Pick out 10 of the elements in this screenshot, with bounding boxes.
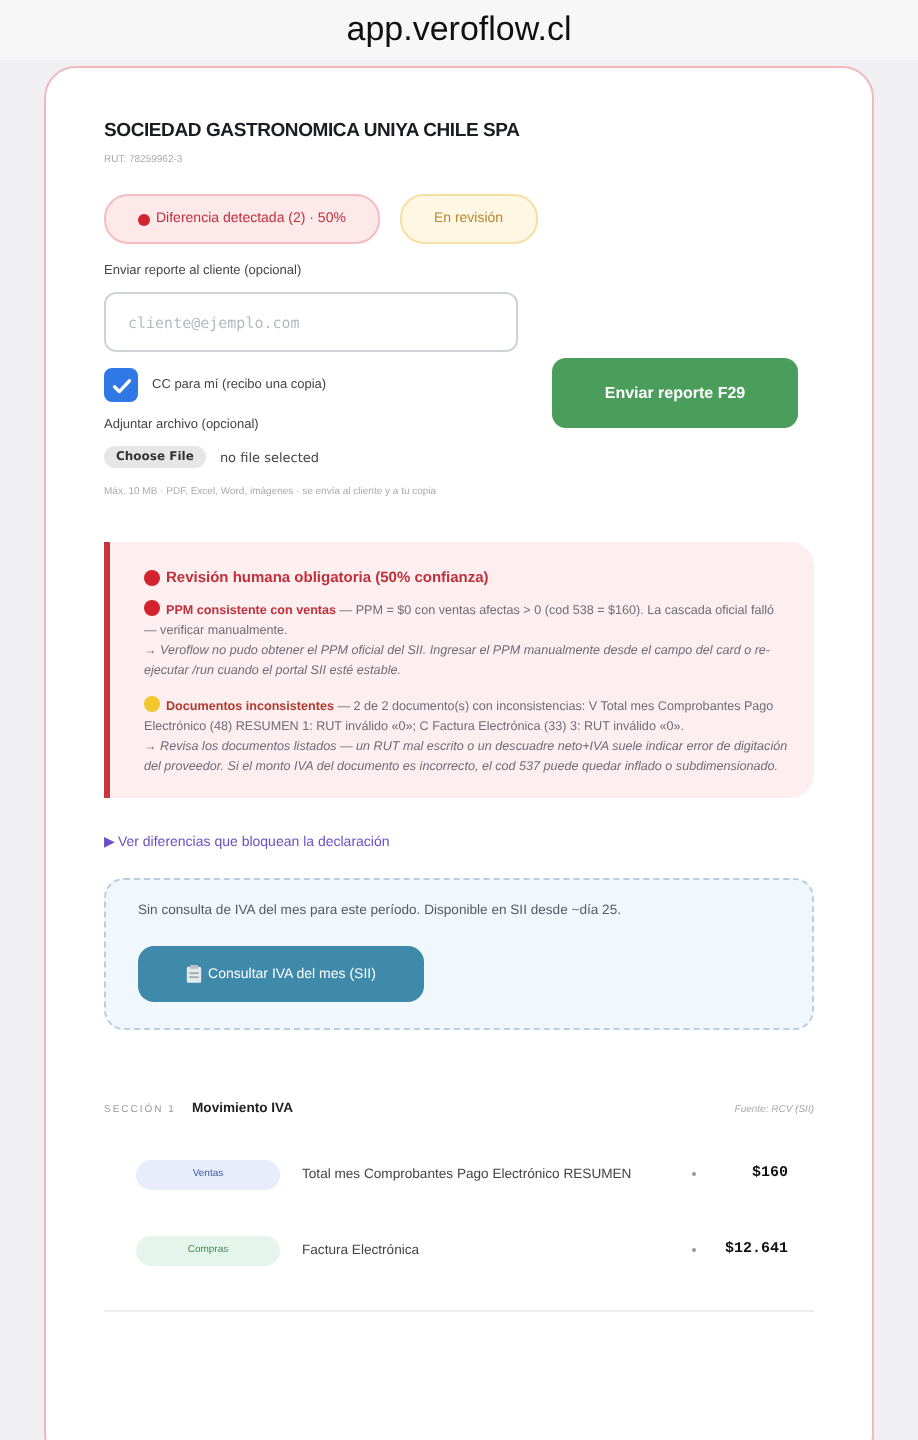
address-bar[interactable]: app.veroflow.cl	[0, 0, 918, 60]
checkmark-icon	[109, 373, 133, 397]
status-dot-icon	[144, 569, 160, 585]
send-report-button[interactable]: Enviar reporte F29	[552, 358, 798, 428]
status-dot-icon	[144, 600, 160, 616]
status-dot-icon	[144, 696, 160, 712]
cc-checkbox[interactable]	[104, 368, 138, 402]
company-name: SOCIEDAD GASTRONOMICA UNIYA CHILE SPA	[104, 120, 522, 142]
status-dot-icon	[138, 213, 150, 225]
clipboard-icon	[186, 964, 203, 984]
